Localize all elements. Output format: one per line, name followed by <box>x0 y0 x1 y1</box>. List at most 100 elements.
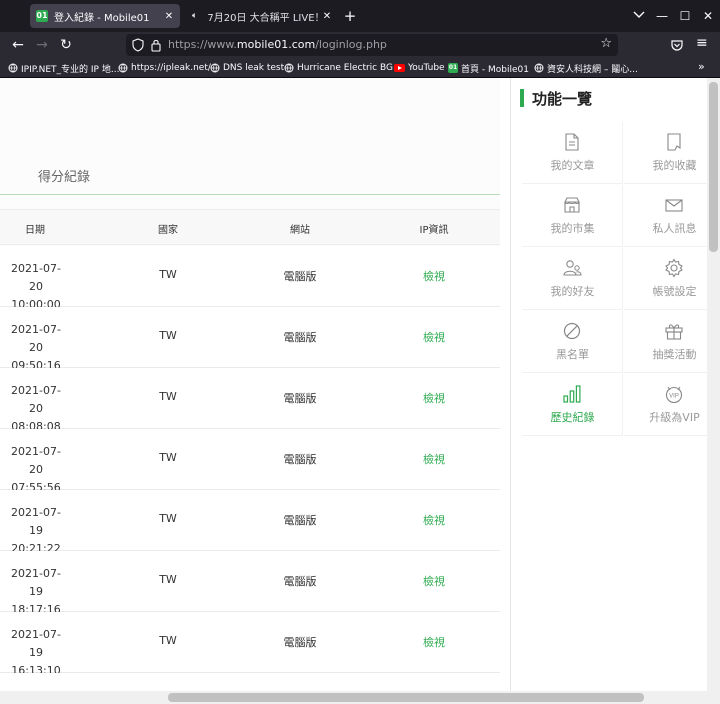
bookmark-star-icon[interactable]: ☆ <box>600 36 612 51</box>
sidebar-title: 功能一覽 <box>520 88 592 108</box>
gear-icon <box>665 258 683 278</box>
block-icon <box>563 322 581 340</box>
document-icon <box>565 133 579 151</box>
site-cell: 電腦版 <box>283 453 317 466</box>
sidebar-item-my-market[interactable]: 我的市集 <box>522 185 623 247</box>
view-ip-link[interactable]: 檢視 <box>404 390 464 406</box>
close-icon[interactable]: ✕ <box>320 11 334 22</box>
globe-icon <box>284 63 294 73</box>
store-icon <box>564 197 580 213</box>
section-underline <box>0 194 500 195</box>
sidebar-item-messages[interactable]: 私人訊息 <box>624 185 707 247</box>
menu-icon[interactable]: ≡ <box>696 35 708 51</box>
bookmark-hurricane[interactable]: Hurricane Electric BG... <box>284 61 402 75</box>
speaker-icon[interactable]: 🔈︎ <box>192 11 197 21</box>
back-button[interactable]: ← <box>8 35 28 55</box>
minimize-button[interactable]: — <box>652 6 672 26</box>
bookmark-ipleak[interactable]: https://ipleak.net/ <box>118 61 211 75</box>
table-row: 2021-07-20 10:00:00 TW 電腦版 檢視 <box>0 246 500 311</box>
globe-icon <box>8 63 18 73</box>
bookmark-dns-leak[interactable]: DNS leak test <box>210 61 284 75</box>
column-header-ip: IP資訊 <box>419 225 449 236</box>
youtube-icon <box>394 64 405 72</box>
chevron-double-right-icon[interactable]: » <box>698 60 705 73</box>
bookmark-ithome[interactable]: 資安人科技網 – 鬮心... <box>534 61 638 75</box>
site-cell: 電腦版 <box>283 270 317 283</box>
country-cell: TW <box>159 268 177 281</box>
scrollbar-thumb[interactable] <box>168 693 644 702</box>
country-cell: TW <box>159 390 177 403</box>
close-icon[interactable]: ✕ <box>162 11 176 22</box>
view-ip-link[interactable]: 檢視 <box>404 634 464 650</box>
tab-bar: 01 登入紀錄 - Mobile01 ✕ 🔈︎ 7月20日 大合稱平 LIVE！… <box>0 0 720 32</box>
date-cell: 2021-07-20 09:50:16 <box>11 323 61 372</box>
tab-login-log[interactable]: 01 登入紀錄 - Mobile01 ✕ <box>30 4 180 28</box>
bookmark-youtube[interactable]: YouTube <box>394 61 445 75</box>
country-cell: TW <box>159 329 177 342</box>
mobile01-favicon-icon: 01 <box>36 10 48 22</box>
table-row: 2021-07-19 20:21:22 TW 電腦版 檢視 <box>0 490 500 555</box>
url-text[interactable]: https://www.mobile01.com/loginlog.php <box>168 38 387 51</box>
scrollbar-thumb[interactable] <box>709 82 718 252</box>
view-ip-link[interactable]: 檢視 <box>404 512 464 528</box>
list-all-tabs-icon[interactable] <box>631 8 647 22</box>
bookmarks-toolbar: IPIP.NET_专业的 IP 地... https://ipleak.net/… <box>0 58 720 78</box>
sidebar-item-upgrade-vip[interactable]: VIP 升級為VIP <box>624 374 707 436</box>
new-tab-button[interactable]: + <box>343 6 357 26</box>
date-cell: 2021-07-19 18:17:16 <box>11 567 61 616</box>
gift-icon <box>665 324 683 340</box>
address-bar[interactable]: https://www.mobile01.com/loginlog.php ☆ <box>126 34 618 56</box>
table-row: 2021-07-20 09:50:16 TW 電腦版 檢視 <box>0 307 500 372</box>
shield-icon[interactable] <box>132 38 144 52</box>
table-body: 2021-07-20 10:00:00 TW 電腦版 檢視 2021-07-20 0… <box>0 246 500 691</box>
sidebar-item-blacklist[interactable]: 黑名單 <box>522 311 623 373</box>
country-cell: TW <box>159 634 177 647</box>
scrollbar-corner <box>707 691 720 704</box>
reload-button[interactable]: ↻ <box>56 35 76 55</box>
maximize-button[interactable]: ☐ <box>675 6 695 26</box>
sidebar-item-account-settings[interactable]: 帳號設定 <box>624 248 707 310</box>
forward-button[interactable]: → <box>32 35 52 55</box>
view-ip-link[interactable]: 檢視 <box>404 451 464 467</box>
globe-icon <box>210 63 220 73</box>
sidebar-item-my-favorites[interactable]: 我的收藏 <box>624 122 707 184</box>
table-row: 2021-07-19 18:17:16 TW 電腦版 檢視 <box>0 551 500 616</box>
svg-text:VIP: VIP <box>669 394 679 400</box>
view-ip-link[interactable]: 檢視 <box>404 573 464 589</box>
page-content: 得分紀錄 日期 國家 網站 IP資訊 2021-07-20 10:00:00 TW… <box>0 78 707 691</box>
login-log-panel: 得分紀錄 日期 國家 網站 IP資訊 2021-07-20 10:00:00 TW… <box>0 78 500 691</box>
country-cell: TW <box>159 512 177 525</box>
history-chart-icon <box>563 385 581 403</box>
site-cell: 電腦版 <box>283 392 317 405</box>
tab-live[interactable]: 🔈︎ 7月20日 大合稱平 LIVE！大合租 ✕ <box>188 4 338 28</box>
bookmark-ipip[interactable]: IPIP.NET_专业的 IP 地... <box>8 61 119 75</box>
table-row: 2021-07-19 <box>0 673 500 691</box>
date-cell: 2021-07-20 10:00:00 <box>11 262 61 311</box>
view-ip-link[interactable]: 檢視 <box>404 268 464 284</box>
sidebar-title-text: 功能一覽 <box>532 89 593 108</box>
country-cell: TW <box>159 451 177 464</box>
site-cell: 電腦版 <box>283 514 317 527</box>
title-accent-bar <box>520 89 524 107</box>
view-ip-link[interactable]: 檢視 <box>404 329 464 345</box>
table-header: 日期 國家 網站 IP資訊 <box>0 209 500 245</box>
sidebar-item-lottery[interactable]: 抽獎活動 <box>624 311 707 373</box>
date-cell: 2021-07-19 16:13:10 <box>11 628 61 677</box>
close-window-button[interactable]: ✕ <box>698 6 718 26</box>
bookmark-icon <box>667 133 681 151</box>
pocket-icon[interactable] <box>670 38 684 52</box>
horizontal-scrollbar[interactable] <box>0 691 707 704</box>
sidebar-item-my-articles[interactable]: 我的文章 <box>522 122 623 184</box>
date-cell: 2021-07-19 20:21:22 <box>11 506 61 555</box>
lock-icon[interactable] <box>150 38 162 52</box>
vertical-scrollbar[interactable] <box>707 78 720 691</box>
globe-icon <box>118 63 128 73</box>
site-cell: 電腦版 <box>283 575 317 588</box>
friends-icon <box>563 260 582 276</box>
section-title: 得分紀錄 <box>38 170 91 185</box>
vip-icon: VIP <box>665 386 683 404</box>
bookmark-mobile01[interactable]: 01 首頁 - Mobile01 <box>448 61 529 75</box>
sidebar-item-my-friends[interactable]: 我的好友 <box>522 248 623 310</box>
sidebar-item-history[interactable]: 歷史紀錄 <box>522 374 623 436</box>
tab-title: 登入紀錄 - Mobile01 <box>54 12 150 24</box>
